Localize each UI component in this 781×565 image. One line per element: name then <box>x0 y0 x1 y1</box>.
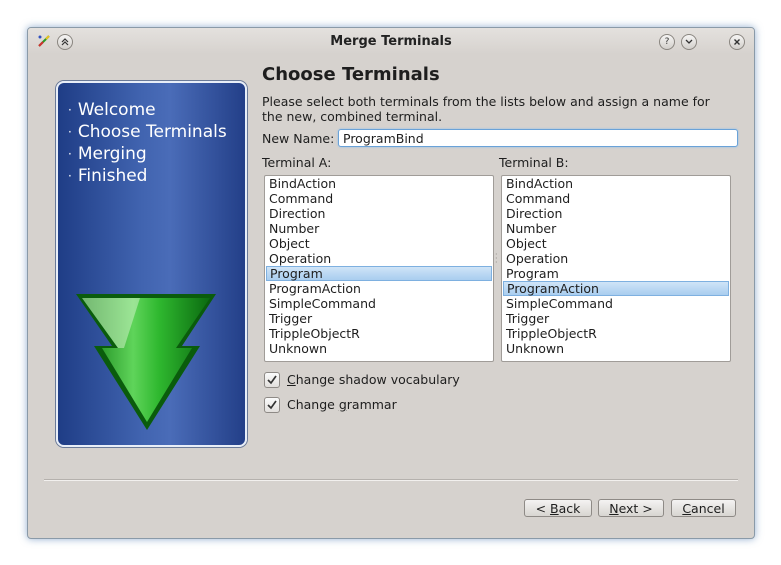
terminal-a-label: Terminal A: <box>262 155 332 170</box>
list-item[interactable]: Operation <box>502 251 730 266</box>
list-item[interactable]: Unknown <box>502 341 730 356</box>
new-name-input[interactable] <box>338 129 738 147</box>
grammar-checkbox[interactable] <box>264 397 280 413</box>
separator <box>44 479 738 481</box>
check-icon <box>267 400 277 410</box>
list-item[interactable]: BindAction <box>502 176 730 191</box>
merge-terminals-dialog: Merge Terminals ? · Welcome · Choose Termi… <box>27 27 755 539</box>
list-item[interactable]: Command <box>502 191 730 206</box>
title-bar[interactable]: Merge Terminals ? <box>28 28 754 54</box>
next-button[interactable]: Next > <box>598 499 664 517</box>
list-item[interactable]: ProgramAction <box>503 281 729 296</box>
new-name-label: New Name: <box>262 131 335 146</box>
step-welcome: · Welcome <box>68 100 156 120</box>
splitter-handle[interactable]: · · · <box>495 251 498 267</box>
check-icon <box>267 375 277 385</box>
terminal-b-label: Terminal B: <box>499 155 569 170</box>
wizard-side-panel: · Welcome · Choose Terminals · Merging · Fin… <box>56 81 247 447</box>
list-item[interactable]: Unknown <box>265 341 493 356</box>
list-item[interactable]: Program <box>266 266 492 281</box>
list-item[interactable]: Object <box>265 236 493 251</box>
list-item[interactable]: Command <box>265 191 493 206</box>
close-icon[interactable] <box>729 34 745 50</box>
back-button[interactable]: < Back <box>524 499 592 517</box>
list-item[interactable]: Operation <box>265 251 493 266</box>
wizard-steps: · Welcome · Choose Terminals · Merging · Fin… <box>68 99 227 187</box>
list-item[interactable]: Direction <box>502 206 730 221</box>
cancel-button[interactable]: Cancel <box>671 499 736 517</box>
step-choose-terminals: · Choose Terminals <box>68 122 227 142</box>
list-item[interactable]: TrippleObjectR <box>265 326 493 341</box>
list-item[interactable]: SimpleCommand <box>265 296 493 311</box>
grammar-label[interactable]: Change grammar <box>287 397 397 412</box>
list-item[interactable]: Number <box>265 221 493 236</box>
window-title: Merge Terminals <box>330 34 452 49</box>
list-item[interactable]: Program <box>502 266 730 281</box>
list-item[interactable]: ProgramAction <box>265 281 493 296</box>
step-merging: · Merging <box>68 144 147 164</box>
terminal-a-list[interactable]: BindAction Command Direction Number Object Op… <box>264 175 494 362</box>
step-finished: · Finished <box>68 166 148 186</box>
list-item[interactable]: Trigger <box>502 311 730 326</box>
list-item[interactable]: Direction <box>265 206 493 221</box>
down-arrow-icon <box>76 294 216 430</box>
list-item[interactable]: BindAction <box>265 176 493 191</box>
help-icon[interactable]: ? <box>659 34 675 50</box>
list-item[interactable]: Trigger <box>265 311 493 326</box>
terminal-b-list[interactable]: BindAction Command Direction Number Object Op… <box>501 175 731 362</box>
list-item[interactable]: Object <box>502 236 730 251</box>
page-description: Please select both terminals from the li… <box>262 94 710 124</box>
page-heading: Choose Terminals <box>262 64 440 85</box>
list-item[interactable]: SimpleCommand <box>502 296 730 311</box>
list-item[interactable]: TrippleObjectR <box>502 326 730 341</box>
minimize-icon[interactable] <box>681 34 697 50</box>
shadow-vocab-label[interactable]: Change shadow vocabulary <box>287 372 460 387</box>
shadow-vocab-checkbox[interactable] <box>264 372 280 388</box>
list-item[interactable]: Number <box>502 221 730 236</box>
